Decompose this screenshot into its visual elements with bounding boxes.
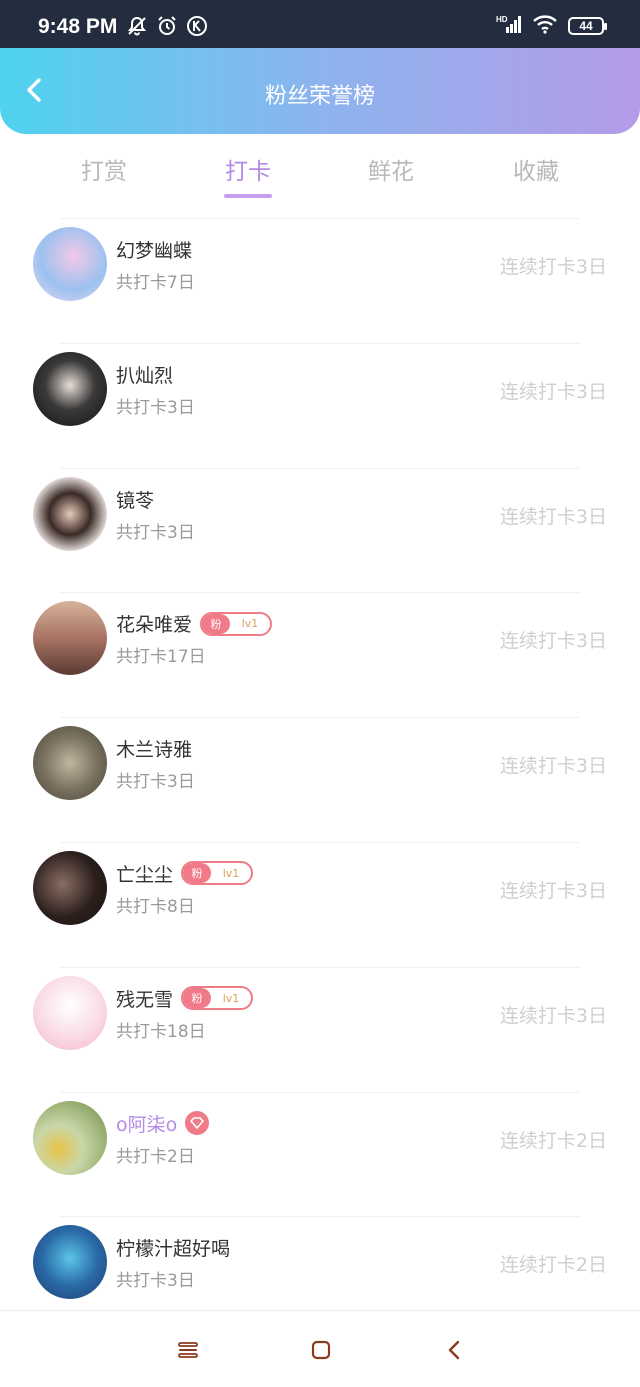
battery-icon: 44 — [568, 17, 607, 35]
fan-label: 粉 — [183, 988, 212, 1009]
user-name: 残无雪 — [116, 988, 174, 1011]
streak-label: 连续打卡3日 — [499, 380, 607, 403]
wifi-icon — [532, 14, 558, 38]
list-item[interactable]: 镜苓 共打卡3日 连续打卡3日 — [0, 467, 640, 593]
divider — [60, 592, 580, 594]
fan-label: 粉 — [183, 863, 212, 884]
avatar[interactable] — [33, 975, 107, 1050]
fan-level-badge: 粉 lv1 — [181, 986, 254, 1011]
list-item[interactable]: 扒灿烈 共打卡3日 连续打卡3日 — [0, 342, 640, 468]
user-name: 扒灿烈 — [116, 364, 174, 387]
status-icons-left — [126, 15, 208, 41]
status-bar: 9:48 PM HD 44 — [0, 0, 640, 48]
user-name: 木兰诗雅 — [116, 739, 193, 762]
divider — [60, 717, 580, 719]
list-item[interactable]: 残无雪 粉 lv1 共打卡18日 连续打卡3日 — [0, 966, 640, 1092]
fan-level-badge: 粉 lv1 — [181, 861, 254, 886]
total-checkins: 共打卡3日 — [116, 772, 195, 793]
streak-label: 连续打卡3日 — [499, 256, 607, 278]
tab-favorites[interactable]: 收藏 — [476, 152, 596, 186]
fan-list: 幻梦幽蝶 共打卡7日 连续打卡3日 扒灿烈 共打卡3日 连续打卡3日 镜苓 共打… — [0, 218, 640, 1341]
avatar[interactable] — [33, 351, 107, 426]
streak-label: 连续打卡2日 — [499, 1254, 607, 1277]
bell-off-icon — [126, 15, 148, 41]
fan-label: 粉 — [202, 613, 231, 634]
status-icons-right: HD 44 — [496, 14, 607, 38]
user-name: 亡尘尘 — [116, 863, 174, 886]
level-label: lv1 — [222, 991, 240, 1005]
status-time: 9:48 PM — [38, 15, 118, 38]
avatar[interactable] — [33, 227, 107, 301]
header: 粉丝荣誉榜 — [0, 48, 640, 134]
user-name: 花朵唯爱 — [116, 614, 193, 637]
signal-icon: HD — [496, 14, 522, 38]
total-checkins: 共打卡3日 — [116, 522, 195, 543]
streak-label: 连续打卡3日 — [499, 879, 607, 902]
avatar[interactable] — [33, 1100, 107, 1175]
total-checkins: 共打卡8日 — [116, 896, 195, 917]
user-name: 镜苓 — [116, 489, 155, 512]
divider — [60, 841, 580, 843]
user-name: 柠檬汁超好喝 — [116, 1238, 231, 1261]
streak-label: 连续打卡3日 — [499, 505, 607, 528]
divider — [60, 342, 580, 344]
streak-label: 连续打卡3日 — [499, 755, 607, 778]
divider — [60, 1091, 580, 1093]
active-tab-indicator — [224, 194, 272, 198]
divider — [60, 966, 580, 968]
total-checkins: 共打卡7日 — [116, 273, 195, 293]
total-checkins: 共打卡17日 — [116, 647, 206, 668]
home-button[interactable] — [308, 1337, 334, 1363]
list-item[interactable]: 木兰诗雅 共打卡3日 连续打卡3日 — [0, 717, 640, 842]
home-icon — [311, 1340, 331, 1360]
tab-tips[interactable]: 打赏 — [44, 152, 164, 186]
avatar[interactable] — [33, 1225, 107, 1300]
system-nav-bar — [0, 1310, 640, 1387]
avatar[interactable] — [33, 726, 107, 801]
fan-level-badge: 粉 lv1 — [200, 611, 273, 636]
avatar[interactable] — [33, 476, 107, 551]
level-label: lv1 — [222, 866, 240, 880]
menu-icon — [178, 1342, 198, 1358]
divider — [60, 467, 580, 469]
menu-button[interactable] — [175, 1337, 201, 1363]
back-icon — [448, 1340, 460, 1360]
total-checkins: 共打卡2日 — [116, 1146, 195, 1167]
total-checkins: 共打卡3日 — [116, 1271, 195, 1292]
streak-label: 连续打卡2日 — [499, 1129, 607, 1152]
avatar[interactable] — [33, 850, 107, 925]
list-item[interactable]: o阿柒o 共打卡2日 连续打卡2日 — [0, 1091, 640, 1217]
user-name: o阿柒o — [116, 1113, 178, 1136]
diamond-icon — [185, 1111, 210, 1136]
tab-bar: 打赏 打卡 鲜花 收藏 — [0, 134, 640, 214]
total-checkins: 共打卡3日 — [116, 397, 195, 418]
streak-label: 连续打卡3日 — [499, 630, 607, 653]
list-item[interactable]: 花朵唯爱 粉 lv1 共打卡17日 连续打卡3日 — [0, 592, 640, 717]
divider — [60, 218, 580, 219]
avatar[interactable] — [33, 601, 107, 676]
svg-text:HD: HD — [496, 15, 508, 24]
list-item[interactable]: 亡尘尘 粉 lv1 共打卡8日 连续打卡3日 — [0, 841, 640, 967]
list-item[interactable]: 幻梦幽蝶 共打卡7日 连续打卡3日 — [0, 218, 640, 343]
page-title: 粉丝荣誉榜 — [264, 84, 375, 109]
streak-label: 连续打卡3日 — [499, 1004, 607, 1027]
user-name: 幻梦幽蝶 — [116, 240, 193, 262]
divider — [60, 1216, 580, 1218]
alarm-icon — [156, 15, 178, 41]
total-checkins: 共打卡18日 — [116, 1021, 206, 1042]
back-nav-button[interactable] — [441, 1337, 467, 1363]
k-app-icon — [186, 15, 208, 41]
level-label: lv1 — [241, 617, 259, 631]
tab-flowers[interactable]: 鲜花 — [331, 152, 451, 186]
tab-checkin[interactable]: 打卡 — [188, 152, 308, 186]
